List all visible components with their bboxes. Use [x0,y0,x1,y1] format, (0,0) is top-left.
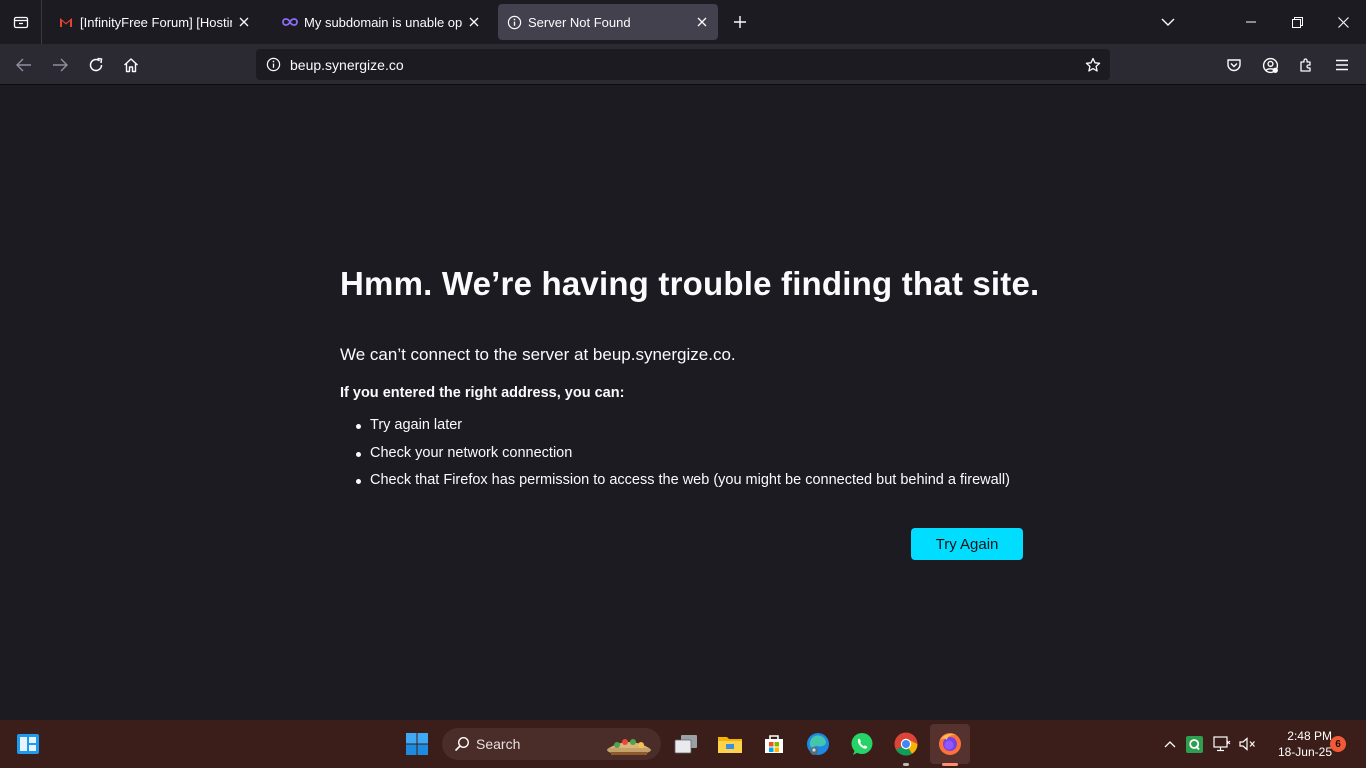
firefox-button[interactable] [930,724,970,764]
forward-button[interactable] [45,50,75,80]
reload-button[interactable] [81,50,111,80]
file-explorer-button[interactable] [712,726,748,762]
clock-time: 2:48 PM [1287,729,1332,743]
arrow-left-icon [16,58,31,72]
tab-my-subdomain[interactable]: My subdomain is unable open. ( [274,4,490,40]
tray-network[interactable] [1210,732,1234,756]
url-text[interactable]: beup.synergize.co [290,57,1078,73]
tab-infinityfree-forum[interactable]: [InfinityFree Forum] [Hosting Su [50,4,260,40]
edge-icon [807,733,829,755]
menu-button[interactable] [1327,50,1357,80]
error-title: Hmm. We’re having trouble finding that s… [340,265,1040,302]
taskbar: Search 2:48 PM 18-Jun-25 6 [0,720,1366,768]
notification-badge[interactable]: 6 [1330,736,1346,752]
tab-label: Server Not Found [528,14,631,30]
restore-icon [1291,16,1303,28]
reload-icon [89,57,103,72]
network-icon [1213,736,1231,752]
search-highlight-image [607,739,651,755]
arrow-right-icon [53,58,68,72]
taskbar-clock[interactable]: 2:48 PM 18-Jun-25 [1262,728,1332,760]
list-item: Check your network connection [340,445,1040,473]
error-subtitle: If you entered the right address, you ca… [340,385,625,401]
whatsapp-button[interactable] [844,726,880,762]
info-icon [506,14,522,30]
new-tab-button[interactable] [728,10,752,34]
active-app-indicator [942,763,958,766]
taskbar-search[interactable]: Search [442,728,661,760]
close-window-button[interactable] [1320,0,1366,44]
tab-server-not-found[interactable]: Server Not Found [498,4,718,40]
start-button[interactable] [399,726,435,762]
list-item: Check that Firefox has permission to acc… [340,472,1040,500]
minimize-icon [1246,21,1256,23]
store-icon [765,735,783,753]
tray-q-app[interactable] [1184,732,1204,756]
close-tab-icon[interactable] [694,14,710,30]
home-button[interactable] [116,50,146,80]
chevron-down-icon [1161,18,1175,26]
running-indicator [903,763,909,766]
tray-volume[interactable] [1236,732,1258,756]
search-label: Search [476,736,521,752]
firefox-icon [939,733,961,755]
address-bar[interactable]: beup.synergize.co [256,49,1110,80]
volume-muted-icon [1238,737,1255,751]
infinity-icon [282,14,298,30]
tab-label: My subdomain is unable open. ( [304,14,462,30]
extensions-button[interactable] [1291,50,1321,80]
home-icon [124,58,138,73]
search-icon [454,736,470,752]
tab-strip: [InfinityFree Forum] [Hosting Su My subd… [0,0,1366,44]
account-icon [1262,57,1278,73]
tab-label: [InfinityFree Forum] [Hosting Su [80,14,232,30]
show-hidden-icons-button[interactable] [1160,732,1180,756]
pocket-button[interactable] [1219,50,1249,80]
windows-start-icon [406,733,428,755]
pocket-icon [1227,59,1241,72]
task-view-button[interactable] [668,726,704,762]
close-tab-icon[interactable] [236,14,252,30]
suggestion-list: Try again later Check your network conne… [340,417,1040,500]
q-app-icon [1185,735,1203,753]
clock-date: 18-Jun-25 [1277,745,1332,759]
site-info-icon[interactable] [258,50,288,80]
close-icon [1337,16,1349,28]
microsoft-store-button[interactable] [756,726,792,762]
list-item: Try again later [340,417,1040,445]
chrome-icon [894,732,918,756]
page-content: Hmm. We’re having trouble finding that s… [0,85,1366,720]
firefox-view-icon [13,16,28,29]
hamburger-menu-icon [1336,59,1348,71]
chevron-up-icon [1164,740,1176,747]
plus-icon [734,16,746,28]
puzzle-icon [1300,58,1311,72]
close-tab-icon[interactable] [466,14,482,30]
widgets-icon [17,734,39,754]
chrome-button[interactable] [888,726,924,762]
gmail-icon [58,14,74,30]
error-container: Hmm. We’re having trouble finding that s… [340,265,1040,560]
back-button[interactable] [9,50,39,80]
whatsapp-icon [851,733,873,755]
minimize-button[interactable] [1228,0,1274,44]
navigation-toolbar: beup.synergize.co [0,44,1366,85]
list-all-tabs-button[interactable] [1156,10,1180,34]
restore-button[interactable] [1274,0,1320,44]
folder-icon [718,737,742,753]
error-description: We can’t connect to the server at beup.s… [340,345,736,364]
try-again-button[interactable]: Try Again [911,528,1023,560]
bookmark-star-icon[interactable] [1078,50,1108,80]
firefox-view-button[interactable] [0,0,42,44]
widgets-button[interactable] [12,728,44,760]
edge-button[interactable] [800,726,836,762]
account-button[interactable] [1255,50,1285,80]
task-view-icon [674,735,697,754]
